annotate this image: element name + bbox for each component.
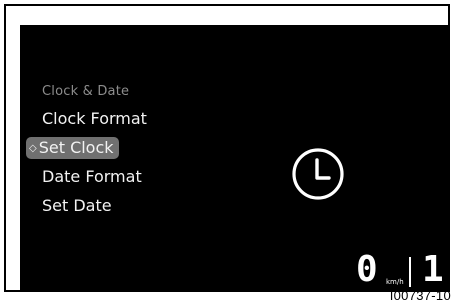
speed-value: 0	[356, 249, 378, 290]
menu-item-set-date[interactable]: Set Date	[42, 195, 112, 217]
menu-item-set-clock[interactable]: ◇ Set Clock	[26, 137, 119, 159]
readout-divider	[409, 257, 411, 287]
gear-value: 1	[422, 249, 444, 290]
menu-item-label: Set Date	[42, 196, 112, 215]
cluster-display: Clock & Date Clock Format ◇ Set Clock Dat…	[20, 25, 448, 290]
menu-item-clock-format[interactable]: Clock Format	[42, 108, 147, 130]
speed-gear-readout: 0 km/h 1	[356, 251, 448, 290]
menu-header: Clock & Date	[42, 84, 130, 99]
figure-reference-code: I00737-10	[389, 288, 451, 303]
menu-item-label: Clock Format	[42, 109, 147, 128]
selection-diamond-icon: ◇	[29, 143, 37, 154]
menu-item-label: Date Format	[42, 167, 142, 186]
menu-item-label: Set Clock	[38, 138, 114, 157]
menu-item-date-format[interactable]: Date Format	[42, 166, 142, 188]
figure-frame: Clock & Date Clock Format ◇ Set Clock Dat…	[4, 4, 450, 292]
speed-unit: km/h	[386, 278, 404, 286]
clock-icon	[291, 147, 345, 205]
